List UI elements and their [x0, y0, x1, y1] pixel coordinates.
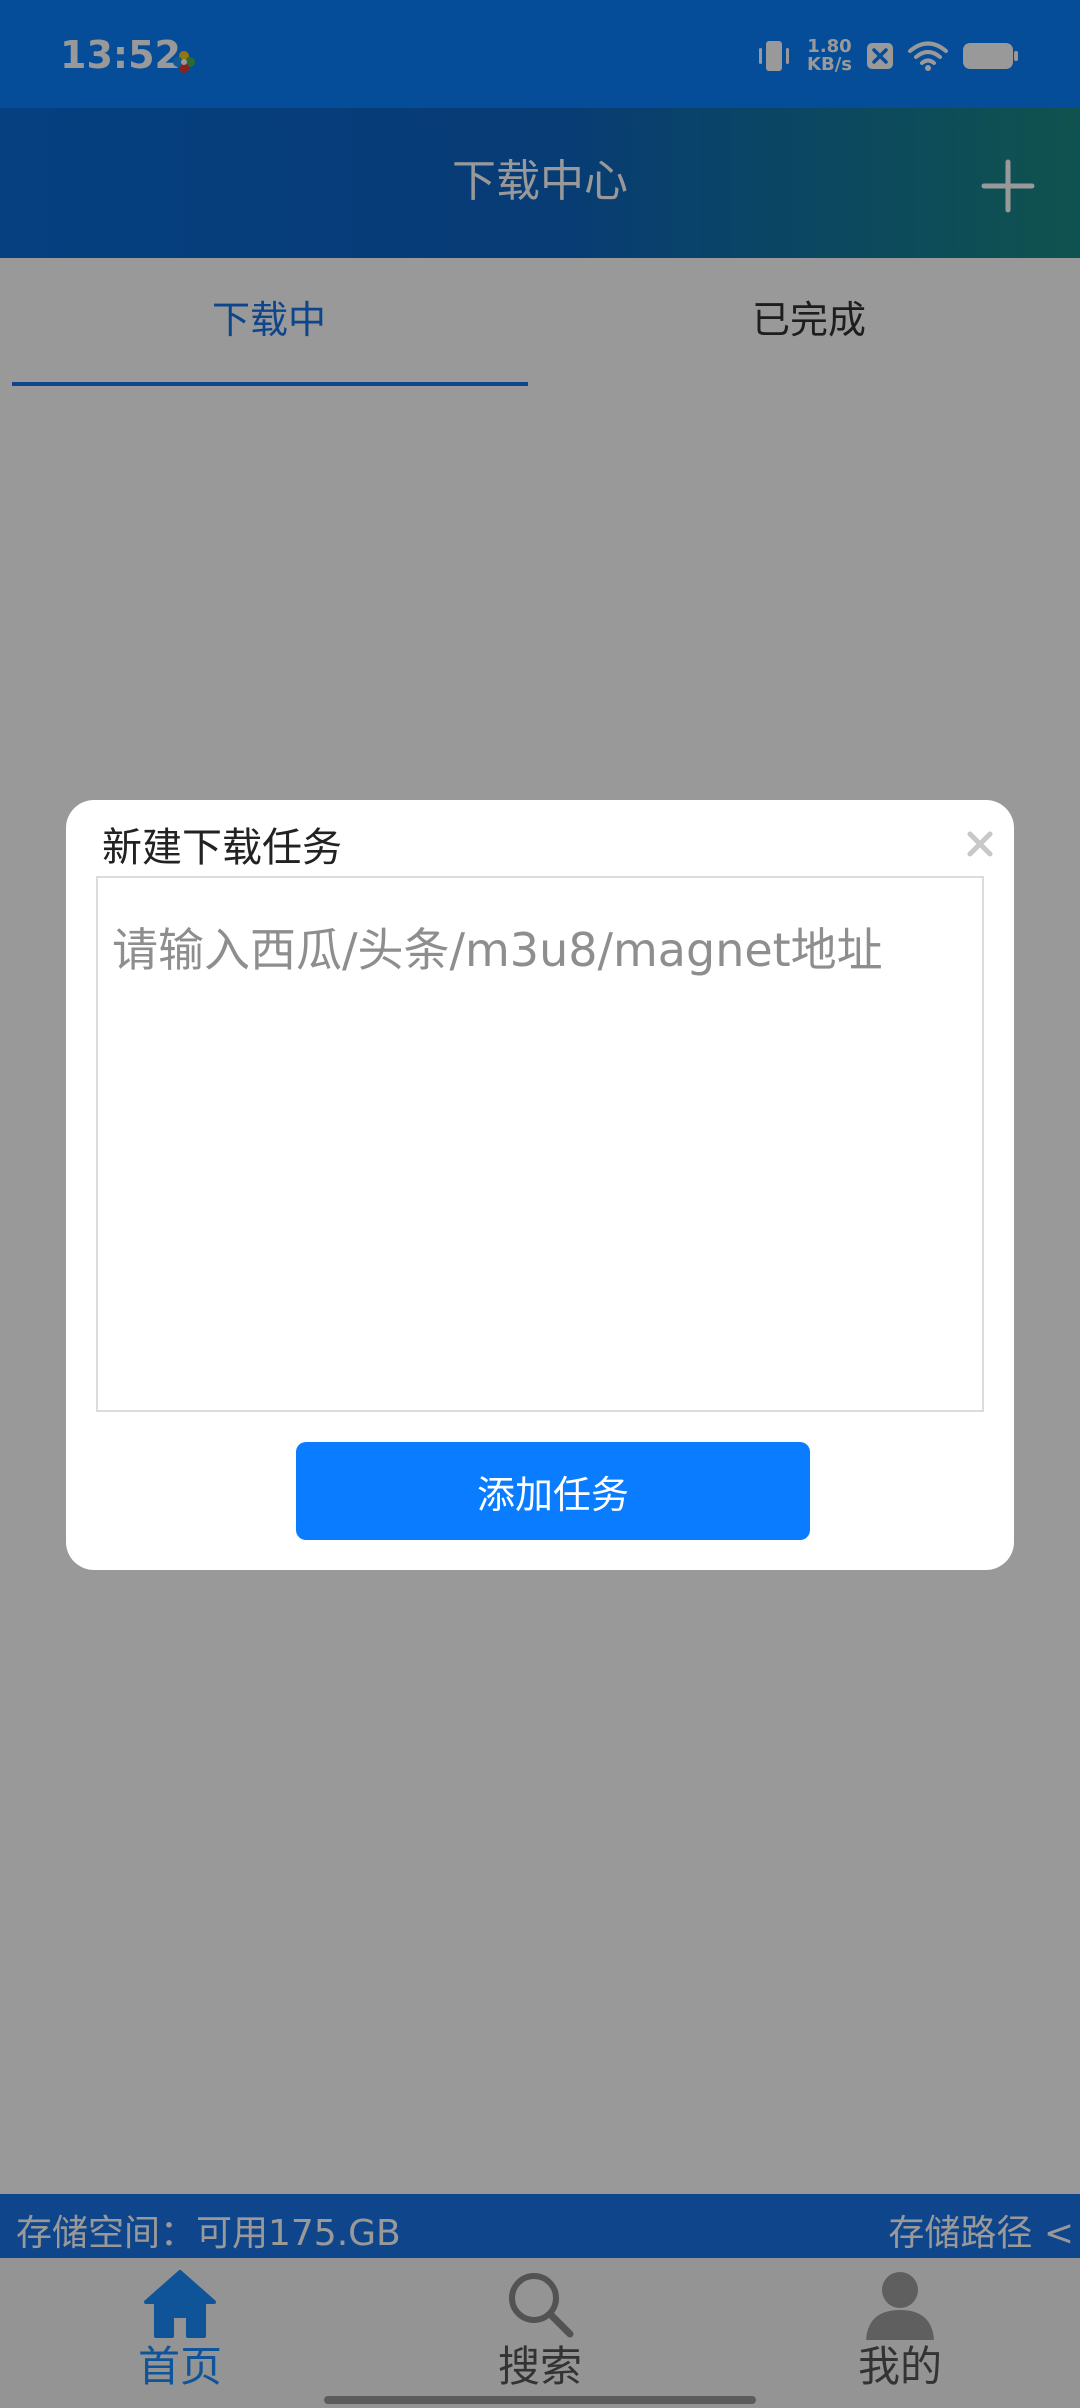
close-icon[interactable] — [962, 826, 998, 862]
url-input[interactable] — [96, 876, 984, 1412]
add-task-button[interactable]: 添加任务 — [296, 1442, 810, 1540]
dialog-title: 新建下载任务 — [102, 825, 342, 871]
screen: 13:52 1.80 KB/s 下载中心 下载中 已完成 存储空间：可用175.… — [0, 0, 1080, 2408]
new-task-dialog: 新建下载任务 添加任务 — [66, 800, 1014, 1570]
